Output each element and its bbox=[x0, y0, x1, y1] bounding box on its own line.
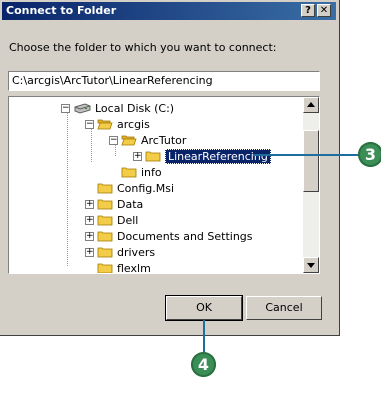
tree-item-drivers[interactable]: + drivers bbox=[85, 244, 155, 260]
collapse-icon[interactable]: − bbox=[61, 103, 70, 113]
callout-badge-3: 3 bbox=[358, 142, 381, 167]
expand-icon[interactable]: + bbox=[85, 247, 94, 257]
folder-icon bbox=[97, 231, 113, 242]
tree-item-label: Documents and Settings bbox=[117, 229, 253, 243]
tree-item-linearreferencing[interactable]: + LinearReferencing bbox=[133, 148, 271, 164]
folder-icon bbox=[145, 151, 161, 162]
tree-item-data[interactable]: + Data bbox=[85, 196, 143, 212]
scrollbar-thumb[interactable] bbox=[303, 130, 319, 192]
tree-item-flexlm[interactable]: flexlm bbox=[85, 260, 151, 274]
tree-item-label: Local Disk (C:) bbox=[95, 101, 175, 115]
callout-line-3 bbox=[253, 154, 361, 156]
tree-item-label: arcgis bbox=[117, 117, 150, 131]
folder-path-input[interactable]: C:\arcgis\ArcTutor\LinearReferencing bbox=[8, 71, 320, 91]
tree-item-config-msi[interactable]: Config.Msi bbox=[85, 180, 174, 196]
tree-item-label: flexlm bbox=[117, 261, 151, 274]
tree-item-label: drivers bbox=[117, 245, 156, 259]
tree-item-label: Data bbox=[117, 197, 144, 211]
callout-line-4 bbox=[203, 320, 205, 354]
tree-connector-line bbox=[67, 108, 68, 266]
tree-item-arcgis[interactable]: − arcgis bbox=[85, 116, 150, 132]
tree-item-local-disk[interactable]: − Local Disk (C:) bbox=[61, 100, 174, 116]
callout-badge-4: 4 bbox=[191, 352, 216, 377]
folder-tree[interactable]: − Local Disk (C:) − arcgis − ArcTutor + … bbox=[8, 96, 320, 274]
folder-icon bbox=[97, 215, 113, 226]
tree-item-documents-and-settings[interactable]: + Documents and Settings bbox=[85, 228, 253, 244]
folder-open-icon bbox=[97, 119, 113, 130]
arrow-up-icon bbox=[307, 102, 315, 107]
connect-to-folder-dialog: Connect to Folder ? ✕ Choose the folder … bbox=[0, 0, 340, 336]
tree-item-label-selected: LinearReferencing bbox=[165, 148, 271, 164]
expand-icon[interactable]: + bbox=[133, 151, 142, 161]
expand-icon[interactable]: + bbox=[85, 199, 94, 209]
vertical-scrollbar[interactable] bbox=[303, 97, 319, 273]
help-button[interactable]: ? bbox=[301, 4, 315, 17]
scroll-up-button[interactable] bbox=[303, 97, 319, 113]
collapse-icon[interactable]: − bbox=[85, 119, 94, 129]
tree-item-label: Config.Msi bbox=[117, 181, 175, 195]
scroll-down-button[interactable] bbox=[303, 257, 319, 273]
expand-icon[interactable]: + bbox=[85, 231, 94, 241]
ok-button[interactable]: OK bbox=[165, 295, 243, 321]
folder-open-icon bbox=[121, 135, 137, 146]
drive-icon bbox=[74, 103, 91, 114]
close-button[interactable]: ✕ bbox=[317, 4, 331, 17]
dialog-title: Connect to Folder bbox=[6, 4, 117, 17]
tree-item-arctutor[interactable]: − ArcTutor bbox=[109, 132, 186, 148]
tree-item-info[interactable]: info bbox=[109, 164, 162, 180]
folder-icon bbox=[97, 183, 113, 194]
tree-item-label: ArcTutor bbox=[141, 133, 187, 147]
title-bar: Connect to Folder ? ✕ bbox=[2, 2, 336, 20]
folder-icon bbox=[97, 199, 113, 210]
folder-icon bbox=[121, 167, 137, 178]
expand-icon[interactable]: + bbox=[85, 215, 94, 225]
folder-icon bbox=[97, 247, 113, 258]
prompt-text: Choose the folder to which you want to c… bbox=[9, 41, 277, 54]
folder-icon bbox=[97, 263, 113, 273]
arrow-down-icon bbox=[307, 263, 315, 268]
cancel-button[interactable]: Cancel bbox=[246, 296, 322, 320]
collapse-icon[interactable]: − bbox=[109, 135, 118, 145]
tree-item-label: info bbox=[141, 165, 162, 179]
tree-item-label: Dell bbox=[117, 213, 139, 227]
tree-item-dell[interactable]: + Dell bbox=[85, 212, 138, 228]
